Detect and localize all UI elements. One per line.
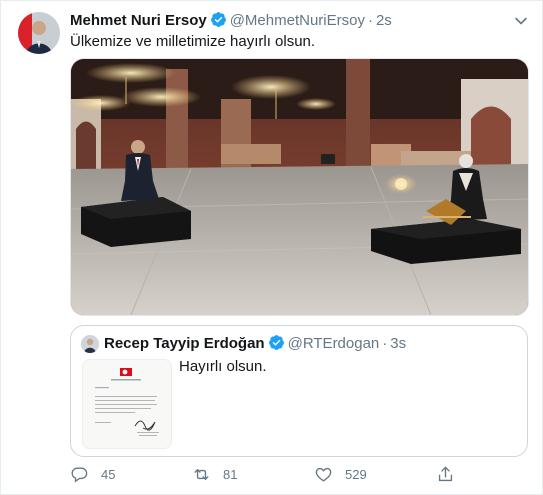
quoted-tweet[interactable]: Recep Tayyip Erdoğan @RTErdogan · 3s Hayırl… <box>70 325 528 457</box>
quoted-author-name: Recep Tayyip Erdoğan <box>104 335 265 352</box>
verified-badge-icon <box>210 11 227 34</box>
retweet-icon <box>194 468 209 480</box>
chevron-down-icon[interactable] <box>513 13 529 29</box>
quoted-tweet-timestamp: 3s <box>390 335 407 352</box>
tweet-timestamp[interactable]: 2s <box>376 12 392 29</box>
retweet-button[interactable]: 81 <box>192 463 237 485</box>
author-handle[interactable]: @MehmetNuriErsoy <box>230 12 365 29</box>
retweet-count: 81 <box>223 466 238 482</box>
like-icon <box>315 467 332 482</box>
reply-icon <box>71 466 88 483</box>
share-icon <box>438 466 453 481</box>
verified-badge-icon <box>268 334 285 357</box>
tweet-card: Mehmet Nuri Ersoy @MehmetNuriErsoy · 2s Ülk… <box>0 0 543 495</box>
share-button[interactable] <box>436 463 455 485</box>
tweet-header: Mehmet Nuri Ersoy @MehmetNuriErsoy · 2s <box>70 11 392 31</box>
tweet-actions: 45 81 529 <box>70 463 470 485</box>
quoted-author-handle: @RTErdogan <box>287 335 380 352</box>
quoted-tweet-header: Recep Tayyip Erdoğan @RTErdogan · 3s <box>104 334 406 357</box>
author-avatar[interactable] <box>18 12 60 54</box>
quoted-header-separator: · <box>382 335 388 352</box>
reply-button[interactable]: 45 <box>70 463 115 485</box>
like-button[interactable]: 529 <box>314 463 367 485</box>
quoted-tweet-document-image[interactable] <box>82 359 172 449</box>
author-name[interactable]: Mehmet Nuri Ersoy <box>70 12 207 29</box>
tweet-photo[interactable] <box>70 58 529 316</box>
header-separator: · <box>367 12 373 29</box>
quoted-tweet-text: Hayırlı olsun. <box>179 358 267 375</box>
tweet-text: Ülkemize ve milletimize hayırlı olsun. <box>70 33 316 50</box>
reply-count: 45 <box>101 466 116 482</box>
quoted-author-avatar <box>81 335 99 353</box>
like-count: 529 <box>345 466 367 482</box>
